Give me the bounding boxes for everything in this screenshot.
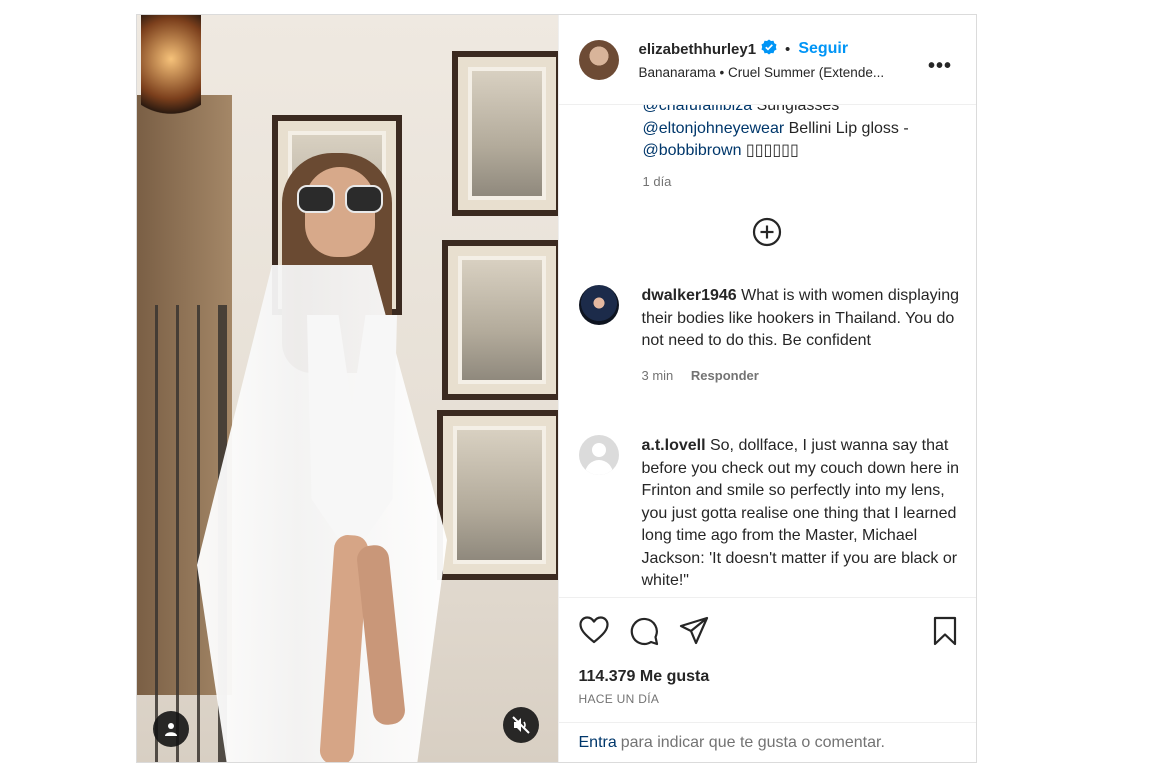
verified-badge-icon xyxy=(761,39,777,59)
load-more-comments-button[interactable] xyxy=(752,217,782,247)
caption-text: Bellini Lip gloss - xyxy=(784,119,909,137)
post-video[interactable] xyxy=(137,15,558,762)
commenter-username[interactable]: a.t.lovell xyxy=(642,437,706,454)
comment-icon[interactable] xyxy=(629,616,659,646)
add-comments-icon xyxy=(752,217,781,247)
commenter-avatar[interactable] xyxy=(578,435,619,475)
mute-icon xyxy=(512,716,530,734)
comments-list[interactable]: @chafufalfibiza Sunglasses @eltonjohneye… xyxy=(559,105,977,597)
follow-button[interactable]: Seguir xyxy=(798,40,848,58)
login-to-comment-bar: Entra para indicar que te gusta o coment… xyxy=(558,722,976,762)
comment-text: So, dollface, I just wanna say that befo… xyxy=(641,437,960,589)
caption-text: ▯▯▯▯▯▯ xyxy=(741,142,799,159)
post-caption: @chafufalfibiza Sunglasses @eltonjohneye… xyxy=(643,105,963,193)
comment-item: a.t.lovell So, dollface, I just wanna sa… xyxy=(578,435,964,593)
mute-button[interactable] xyxy=(503,707,539,743)
comment-time[interactable]: 3 min xyxy=(642,368,674,383)
video-frame xyxy=(442,240,558,400)
audio-track-link[interactable]: Bananarama • Cruel Summer (Extende... xyxy=(639,65,909,80)
login-link[interactable]: Entra xyxy=(579,734,617,752)
caption-text: Sunglasses xyxy=(752,105,840,114)
post-actions: 114.379 Me gusta HACE UN DÍA xyxy=(558,597,976,722)
tagged-users-button[interactable] xyxy=(153,711,189,747)
user-tag-icon xyxy=(165,723,177,736)
post-header: elizabethhurley1 • Seguir Bananarama • C… xyxy=(558,15,976,105)
commenter-username[interactable]: dwalker1946 xyxy=(642,287,737,304)
post-dialog: elizabethhurley1 • Seguir Bananarama • C… xyxy=(136,14,977,763)
bookmark-icon[interactable] xyxy=(932,616,958,646)
comment-item: dwalker1946 What is with women displayin… xyxy=(578,285,964,387)
caption-tag[interactable]: @bobbibrown xyxy=(643,142,742,159)
reply-button[interactable]: Responder xyxy=(691,368,759,383)
caption-tag[interactable]: @eltonjohneyewear xyxy=(643,120,785,137)
commenter-avatar[interactable] xyxy=(578,285,619,325)
post-side-panel: elizabethhurley1 • Seguir Bananarama • C… xyxy=(557,15,977,762)
caption-tag[interactable]: @chafufalfibiza xyxy=(643,105,753,114)
header-separator: • xyxy=(785,40,791,58)
author-username[interactable]: elizabethhurley1 xyxy=(639,41,757,58)
more-options-icon[interactable]: ••• xyxy=(928,55,952,78)
author-avatar[interactable] xyxy=(578,39,619,80)
video-frame xyxy=(452,51,558,216)
share-icon[interactable] xyxy=(679,616,709,646)
likes-count[interactable]: 114.379 Me gusta xyxy=(579,668,710,686)
video-person xyxy=(197,145,457,762)
video-lamp xyxy=(141,15,201,125)
login-prompt-text: para indicar que te gusta o comentar. xyxy=(620,733,885,751)
heart-icon[interactable] xyxy=(578,616,609,644)
caption-time[interactable]: 1 día xyxy=(643,171,963,194)
post-timestamp[interactable]: HACE UN DÍA xyxy=(579,692,660,706)
